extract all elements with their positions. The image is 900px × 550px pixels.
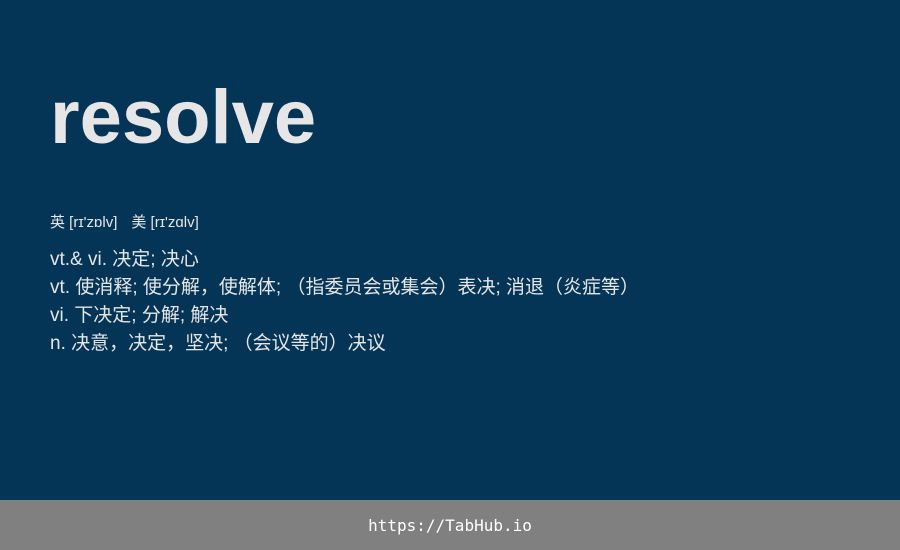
phonetics: 英 [rɪ'zɒlv] 美 [rɪ'zɑlv] <box>50 212 199 234</box>
definition-item: vi. 下决定; 分解; 解决 <box>50 305 229 326</box>
definition-item: n. 决意，决定，坚决; （会议等的）决议 <box>50 333 386 354</box>
definition-list: vt.& vi. 决定; 决心 vt. 使消释; 使分解，使解体; （指委员会或… <box>50 246 639 358</box>
phonetic-us: 美 [rɪ'zɑlv] <box>131 214 199 231</box>
headword: resolve <box>50 75 317 160</box>
definition-item: vt. 使消释; 使分解，使解体; （指委员会或集会）表决; 消退（炎症等） <box>50 277 640 298</box>
phonetic-uk: 英 [rɪ'zɒlv] <box>50 214 118 231</box>
footer-link[interactable]: https://TabHub.io <box>368 516 532 535</box>
footer-bar: https://TabHub.io <box>0 500 900 550</box>
definition-item: vt.& vi. 决定; 决心 <box>50 249 199 270</box>
word-card: resolve 英 [rɪ'zɒlv] 美 [rɪ'zɑlv] vt.& vi. … <box>0 0 900 500</box>
